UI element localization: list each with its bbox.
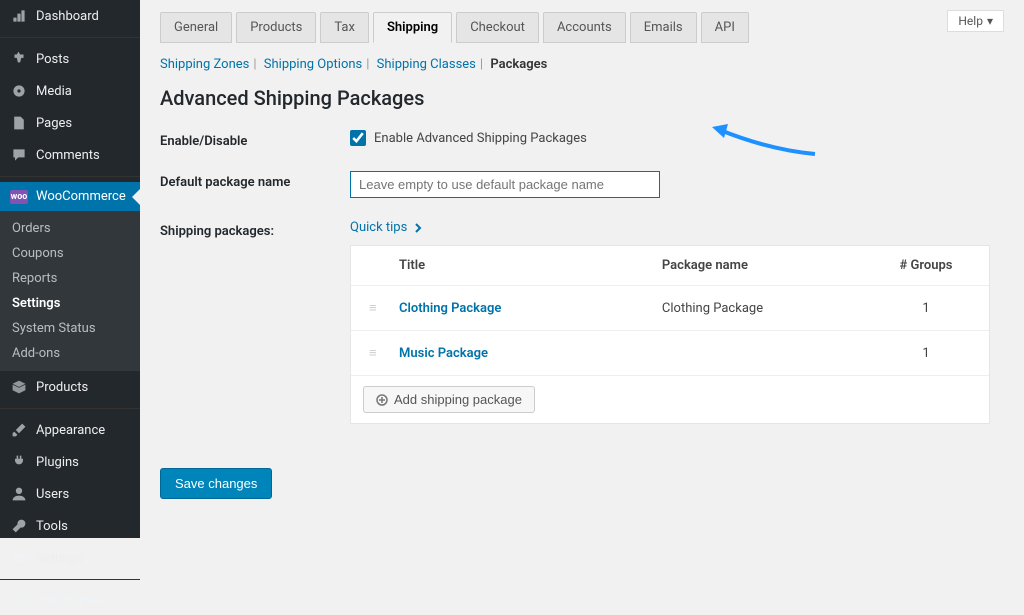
sidebar-label: Pages xyxy=(36,116,72,131)
submenu-add-ons[interactable]: Add-ons xyxy=(0,341,140,366)
woocommerce-submenu: Orders Coupons Reports Settings System S… xyxy=(0,211,140,371)
package-title-link[interactable]: Clothing Package xyxy=(399,301,501,316)
enable-checkbox[interactable] xyxy=(350,130,366,146)
collapse-icon xyxy=(10,593,24,607)
packages-table: Title Package name # Groups ≡ Clothing P… xyxy=(350,245,990,424)
sidebar-item-posts[interactable]: Posts xyxy=(0,43,140,75)
column-groups: # Groups xyxy=(881,258,971,273)
pin-icon xyxy=(10,50,28,68)
subnav-options[interactable]: Shipping Options xyxy=(264,57,362,72)
sidebar-item-products[interactable]: Products xyxy=(0,371,140,403)
column-package-name: Package name xyxy=(662,258,881,273)
sidebar-item-settings[interactable]: Settings xyxy=(0,542,140,574)
submenu-system-status[interactable]: System Status xyxy=(0,316,140,341)
sidebar-item-users[interactable]: Users xyxy=(0,478,140,510)
admin-sidebar: Dashboard Posts Media Pages Comments woo… xyxy=(0,0,140,538)
save-button[interactable]: Save changes xyxy=(160,468,272,499)
settings-tabs: General Products Tax Shipping Checkout A… xyxy=(160,12,1004,43)
subnav-zones[interactable]: Shipping Zones xyxy=(160,57,249,72)
package-title-link[interactable]: Music Package xyxy=(399,346,488,361)
media-icon xyxy=(10,82,28,100)
help-button[interactable]: Help ▾ xyxy=(947,10,1004,32)
brush-icon xyxy=(10,421,28,439)
subnav-classes[interactable]: Shipping Classes xyxy=(377,57,476,72)
sidebar-label: Settings xyxy=(36,551,83,566)
sidebar-label: Media xyxy=(36,84,72,99)
add-package-label: Add shipping package xyxy=(394,392,522,407)
page-icon xyxy=(10,114,28,132)
sidebar-label: Plugins xyxy=(36,455,79,470)
enable-checkbox-label: Enable Advanced Shipping Packages xyxy=(374,131,587,146)
package-name-cell: Clothing Package xyxy=(662,301,881,316)
packages-label: Shipping packages: xyxy=(160,220,350,239)
sidebar-label: Posts xyxy=(36,52,69,67)
table-row[interactable]: ≡ Music Package 1 xyxy=(351,331,989,376)
submenu-orders[interactable]: Orders xyxy=(0,216,140,241)
table-row[interactable]: ≡ Clothing Package Clothing Package 1 xyxy=(351,286,989,331)
dashboard-icon xyxy=(10,7,28,25)
column-title: Title xyxy=(399,258,662,273)
package-groups-cell: 1 xyxy=(881,346,971,361)
sidebar-item-tools[interactable]: Tools xyxy=(0,510,140,542)
quick-tips-link[interactable]: Quick tips xyxy=(350,220,423,235)
sidebar-label: WooCommerce xyxy=(36,189,126,204)
page-title: Advanced Shipping Packages xyxy=(160,86,1004,110)
sidebar-label: Dashboard xyxy=(36,9,99,24)
user-icon xyxy=(10,485,28,503)
chevron-down-icon: ▾ xyxy=(987,14,993,28)
sidebar-label: Tools xyxy=(36,519,68,534)
tab-api[interactable]: API xyxy=(701,12,749,43)
sidebar-label: Comments xyxy=(36,148,100,163)
submenu-settings[interactable]: Settings xyxy=(0,291,140,316)
package-groups-cell: 1 xyxy=(881,301,971,316)
plus-icon xyxy=(376,394,388,406)
sidebar-item-dashboard[interactable]: Dashboard xyxy=(0,0,140,32)
help-label: Help xyxy=(958,14,983,28)
wrench-icon xyxy=(10,517,28,535)
tab-shipping[interactable]: Shipping xyxy=(373,12,452,43)
plug-icon xyxy=(10,453,28,471)
tab-products[interactable]: Products xyxy=(236,12,316,43)
comment-icon xyxy=(10,146,28,164)
sidebar-item-plugins[interactable]: Plugins xyxy=(0,446,140,478)
sidebar-item-woocommerce[interactable]: woo WooCommerce xyxy=(0,182,140,211)
tab-accounts[interactable]: Accounts xyxy=(543,12,626,43)
main-content: Help ▾ General Products Tax Shipping Che… xyxy=(140,0,1024,538)
woo-icon: woo xyxy=(10,190,28,204)
box-icon xyxy=(10,378,28,396)
sidebar-label: Appearance xyxy=(36,423,105,438)
submenu-coupons[interactable]: Coupons xyxy=(0,241,140,266)
tab-general[interactable]: General xyxy=(160,12,232,43)
default-name-label: Default package name xyxy=(160,171,350,190)
drag-handle-icon[interactable]: ≡ xyxy=(369,300,399,316)
enable-row: Enable/Disable Enable Advanced Shipping … xyxy=(160,130,1004,149)
default-name-input[interactable] xyxy=(350,171,660,198)
add-package-button[interactable]: Add shipping package xyxy=(363,386,535,413)
sidebar-item-media[interactable]: Media xyxy=(0,75,140,107)
enable-label: Enable/Disable xyxy=(160,130,350,149)
shipping-subnav: Shipping Zones| Shipping Options| Shippi… xyxy=(160,57,1004,72)
chevron-right-icon xyxy=(413,223,423,233)
sidebar-label: Users xyxy=(36,487,69,502)
tab-emails[interactable]: Emails xyxy=(630,12,697,43)
collapse-label: Collapse menu xyxy=(30,593,109,607)
default-name-row: Default package name xyxy=(160,171,1004,198)
drag-handle-icon[interactable]: ≡ xyxy=(369,345,399,361)
sidebar-item-pages[interactable]: Pages xyxy=(0,107,140,139)
submenu-reports[interactable]: Reports xyxy=(0,266,140,291)
tab-tax[interactable]: Tax xyxy=(320,12,369,43)
sidebar-item-comments[interactable]: Comments xyxy=(0,139,140,171)
quick-tips-label: Quick tips xyxy=(350,220,407,235)
sidebar-item-appearance[interactable]: Appearance xyxy=(0,414,140,446)
packages-row: Shipping packages: Quick tips Title Pack… xyxy=(160,220,1004,424)
tab-checkout[interactable]: Checkout xyxy=(456,12,539,43)
collapse-menu-button[interactable]: Collapse menu xyxy=(0,585,140,615)
sidebar-label: Products xyxy=(36,380,88,395)
sliders-icon xyxy=(10,549,28,567)
subnav-packages[interactable]: Packages xyxy=(490,57,547,72)
